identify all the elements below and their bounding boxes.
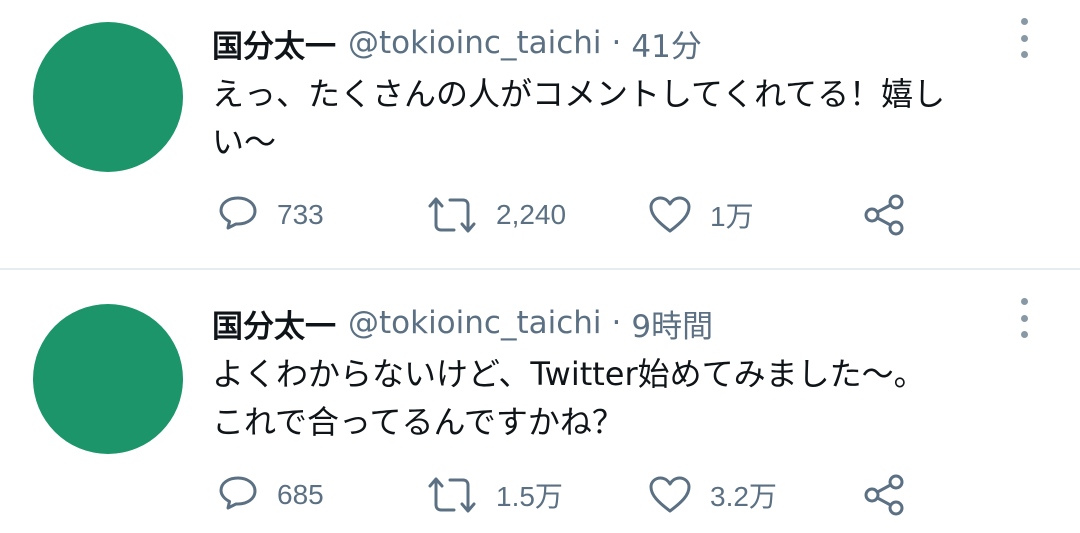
header-separator: · <box>611 305 622 341</box>
like-count: 3.2万 <box>710 481 777 512</box>
timestamp[interactable]: 41分 <box>631 21 701 66</box>
timestamp[interactable]: 9時間 <box>631 301 713 346</box>
reply-button[interactable]: 733 <box>217 190 324 240</box>
retweet-button[interactable]: 1.5万 <box>426 470 563 520</box>
tweet[interactable]: 国分太一 @tokioinc_taichi · 9時間 よくわからないけど、Tw… <box>0 270 1080 533</box>
share-button[interactable] <box>862 470 908 520</box>
tweet-actions: 685 1.5万 3.2万 <box>0 470 1080 520</box>
tweet-text-line: い〜 <box>212 123 277 161</box>
tweet[interactable]: 国分太一 @tokioinc_taichi · 41分 えっ、たくさんの人がコメ… <box>0 0 1080 268</box>
more-options-icon[interactable] <box>1014 298 1034 338</box>
comment-icon <box>219 476 257 510</box>
retweet-count: 1.5万 <box>496 481 563 512</box>
display-name[interactable]: 国分太一 <box>212 301 336 346</box>
reply-count: 733 <box>277 199 324 230</box>
tweet-header: 国分太一 @tokioinc_taichi · 9時間 <box>212 300 713 346</box>
reply-button[interactable]: 685 <box>217 470 324 520</box>
retweet-icon <box>428 477 476 513</box>
display-name[interactable]: 国分太一 <box>212 21 336 66</box>
avatar[interactable] <box>33 22 183 172</box>
like-count: 1万 <box>710 201 754 232</box>
reply-count: 685 <box>277 479 324 510</box>
tweet-actions: 733 2,240 1万 <box>0 190 1080 240</box>
tweet-text: よくわからないけど、Twitter始めてみました〜。 これで合ってるんですかね？ <box>212 350 1012 446</box>
share-button[interactable] <box>862 190 908 240</box>
tweet-text-line: よくわからないけど、Twitter始めてみました〜。 <box>212 355 926 393</box>
comment-icon <box>219 196 257 230</box>
tweet-text-line: これで合ってるんですかね？ <box>212 403 624 441</box>
header-separator: · <box>611 25 622 61</box>
user-handle[interactable]: @tokioinc_taichi <box>348 305 602 341</box>
like-button[interactable]: 1万 <box>648 190 754 240</box>
share-icon <box>864 194 904 236</box>
like-button[interactable]: 3.2万 <box>648 470 777 520</box>
tweet-text-line: えっ、たくさんの人がコメントしてくれてる！嬉し <box>212 75 946 113</box>
heart-icon <box>649 196 691 233</box>
retweet-icon <box>428 197 476 233</box>
tweet-header: 国分太一 @tokioinc_taichi · 41分 <box>212 20 702 66</box>
tweet-text: えっ、たくさんの人がコメントしてくれてる！嬉し い〜 <box>212 70 1012 166</box>
avatar[interactable] <box>33 304 183 454</box>
user-handle[interactable]: @tokioinc_taichi <box>348 25 602 61</box>
heart-icon <box>649 476 691 513</box>
retweet-button[interactable]: 2,240 <box>426 190 566 240</box>
more-options-icon[interactable] <box>1014 18 1034 58</box>
retweet-count: 2,240 <box>496 199 567 230</box>
share-icon <box>864 474 904 516</box>
